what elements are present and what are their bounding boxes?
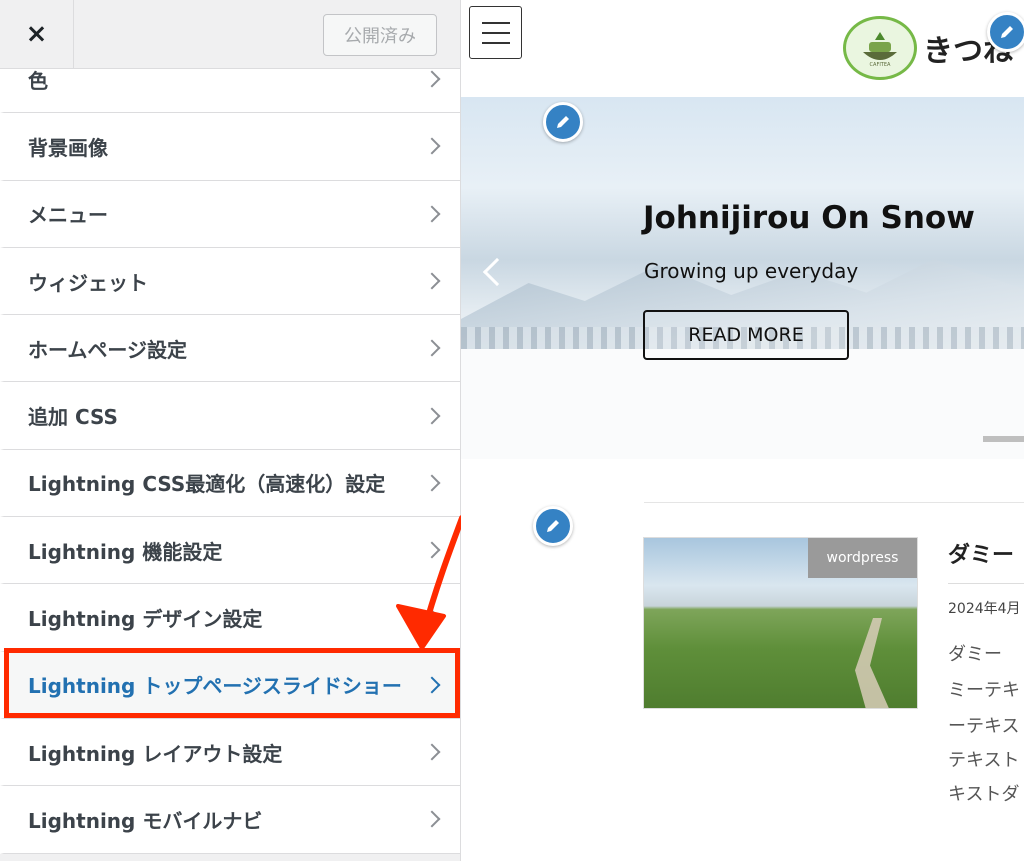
menu-item-label: 背景画像	[28, 135, 108, 160]
read-more-button[interactable]: READ MORE	[643, 310, 849, 360]
menu-item-label: Lightning モバイルナビ	[28, 808, 263, 833]
menu-item-homepage-settings[interactable]: ホームページ設定	[0, 315, 460, 383]
post-category-badge[interactable]: wordpress	[808, 538, 917, 578]
menu-item-label: Lightning CSS最適化（高速化）設定	[28, 472, 386, 497]
chevron-right-icon	[423, 137, 441, 155]
customizer-sidebar: 色 背景画像 メニュー ウィジェット ホームページ設定 追加 CSS Light…	[0, 0, 461, 861]
svg-text:CAFITEA: CAFITEA	[870, 62, 891, 68]
post-date: 2024年4月	[948, 601, 1021, 617]
menu-item-lightning-mobile-nav[interactable]: Lightning モバイルナビ	[0, 786, 460, 854]
menu-item-lightning-layout[interactable]: Lightning レイアウト設定	[0, 718, 460, 787]
chevron-right-icon	[423, 676, 441, 694]
close-customizer-button[interactable]: ×	[0, 0, 74, 68]
chevron-right-icon	[423, 474, 441, 492]
menu-item-label: Lightning レイアウト設定	[28, 741, 283, 766]
post-excerpt-line: ーテキス	[948, 716, 1020, 737]
slide-subtitle: Growing up everyday	[644, 259, 859, 283]
menu-item-lightning-top-slideshow[interactable]: Lightning トップページスライドショー	[0, 651, 460, 719]
top-slideshow: Johnijirou On Snow Growing up everyday R…	[461, 97, 1024, 459]
post-excerpt-line: キストダ	[948, 784, 1020, 805]
logo-emblem-icon: CAFITEA	[843, 16, 917, 80]
post-thumbnail[interactable]: wordpress	[643, 537, 918, 709]
close-icon: ×	[25, 19, 48, 49]
slide-pagination-bar[interactable]	[983, 436, 1024, 442]
menu-item-label: Lightning トップページスライドショー	[28, 674, 402, 699]
chevron-right-icon	[423, 541, 441, 559]
menu-item-label: 追加 CSS	[28, 405, 118, 430]
menu-item-label: ウィジェット	[28, 270, 148, 295]
chevron-right-icon	[423, 70, 441, 88]
menu-item-label: メニュー	[28, 203, 108, 228]
menu-item-menus[interactable]: メニュー	[0, 180, 460, 248]
site-preview: CAFITEA きつね Johnijirou On Snow Growing u…	[461, 0, 1024, 861]
chevron-right-icon	[423, 407, 441, 425]
menu-item-lightning-css-optimize[interactable]: Lightning CSS最適化（高速化）設定	[0, 449, 460, 518]
menu-item-label: ホームページ設定	[28, 337, 187, 362]
customizer-menu: 色 背景画像 メニュー ウィジェット ホームページ設定 追加 CSS Light…	[0, 46, 460, 854]
post-separator	[948, 583, 1024, 584]
menu-item-label: Lightning デザイン設定	[28, 607, 263, 632]
post-title[interactable]: ダミー	[948, 537, 1014, 569]
chevron-right-icon	[423, 810, 441, 828]
chevron-right-icon	[423, 609, 441, 627]
chevron-right-icon	[423, 743, 441, 761]
edit-shortcut-pencil-icon[interactable]	[533, 506, 573, 546]
hamburger-menu-button[interactable]	[469, 6, 522, 59]
menu-item-background-image[interactable]: 背景画像	[0, 113, 460, 181]
edit-shortcut-pencil-icon[interactable]	[987, 12, 1024, 52]
menu-item-label: Lightning 機能設定	[28, 539, 223, 564]
post-excerpt-line: ダミー	[948, 644, 1002, 665]
menu-item-lightning-design[interactable]: Lightning デザイン設定	[0, 584, 460, 652]
slide-prev-arrow-icon[interactable]	[482, 257, 512, 287]
menu-item-additional-css[interactable]: 追加 CSS	[0, 382, 460, 450]
content-divider	[644, 502, 1024, 503]
menu-item-lightning-features[interactable]: Lightning 機能設定	[0, 517, 460, 585]
post-excerpt-line: テキスト	[948, 750, 1020, 771]
edit-shortcut-pencil-icon[interactable]	[543, 102, 583, 142]
menu-item-widgets[interactable]: ウィジェット	[0, 247, 460, 316]
post-excerpt-line: ミーテキ	[948, 680, 1020, 701]
publish-button[interactable]: 公開済み	[323, 14, 437, 56]
chevron-right-icon	[423, 272, 441, 290]
chevron-right-icon	[423, 339, 441, 357]
slide-title: Johnijirou On Snow	[643, 200, 975, 236]
chevron-right-icon	[423, 205, 441, 223]
customizer-header: × 公開済み	[0, 0, 460, 69]
